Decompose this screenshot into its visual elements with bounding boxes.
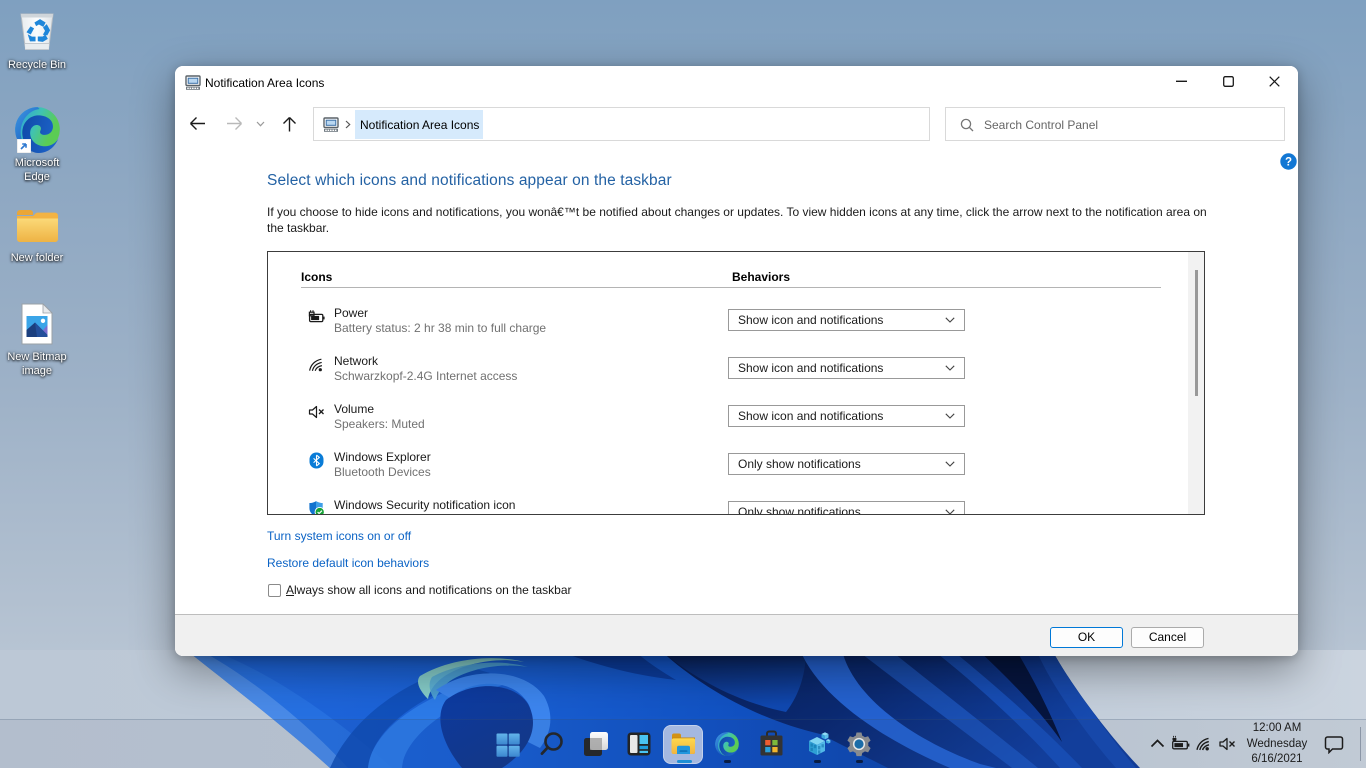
svg-text:?: ? bbox=[1285, 157, 1292, 169]
